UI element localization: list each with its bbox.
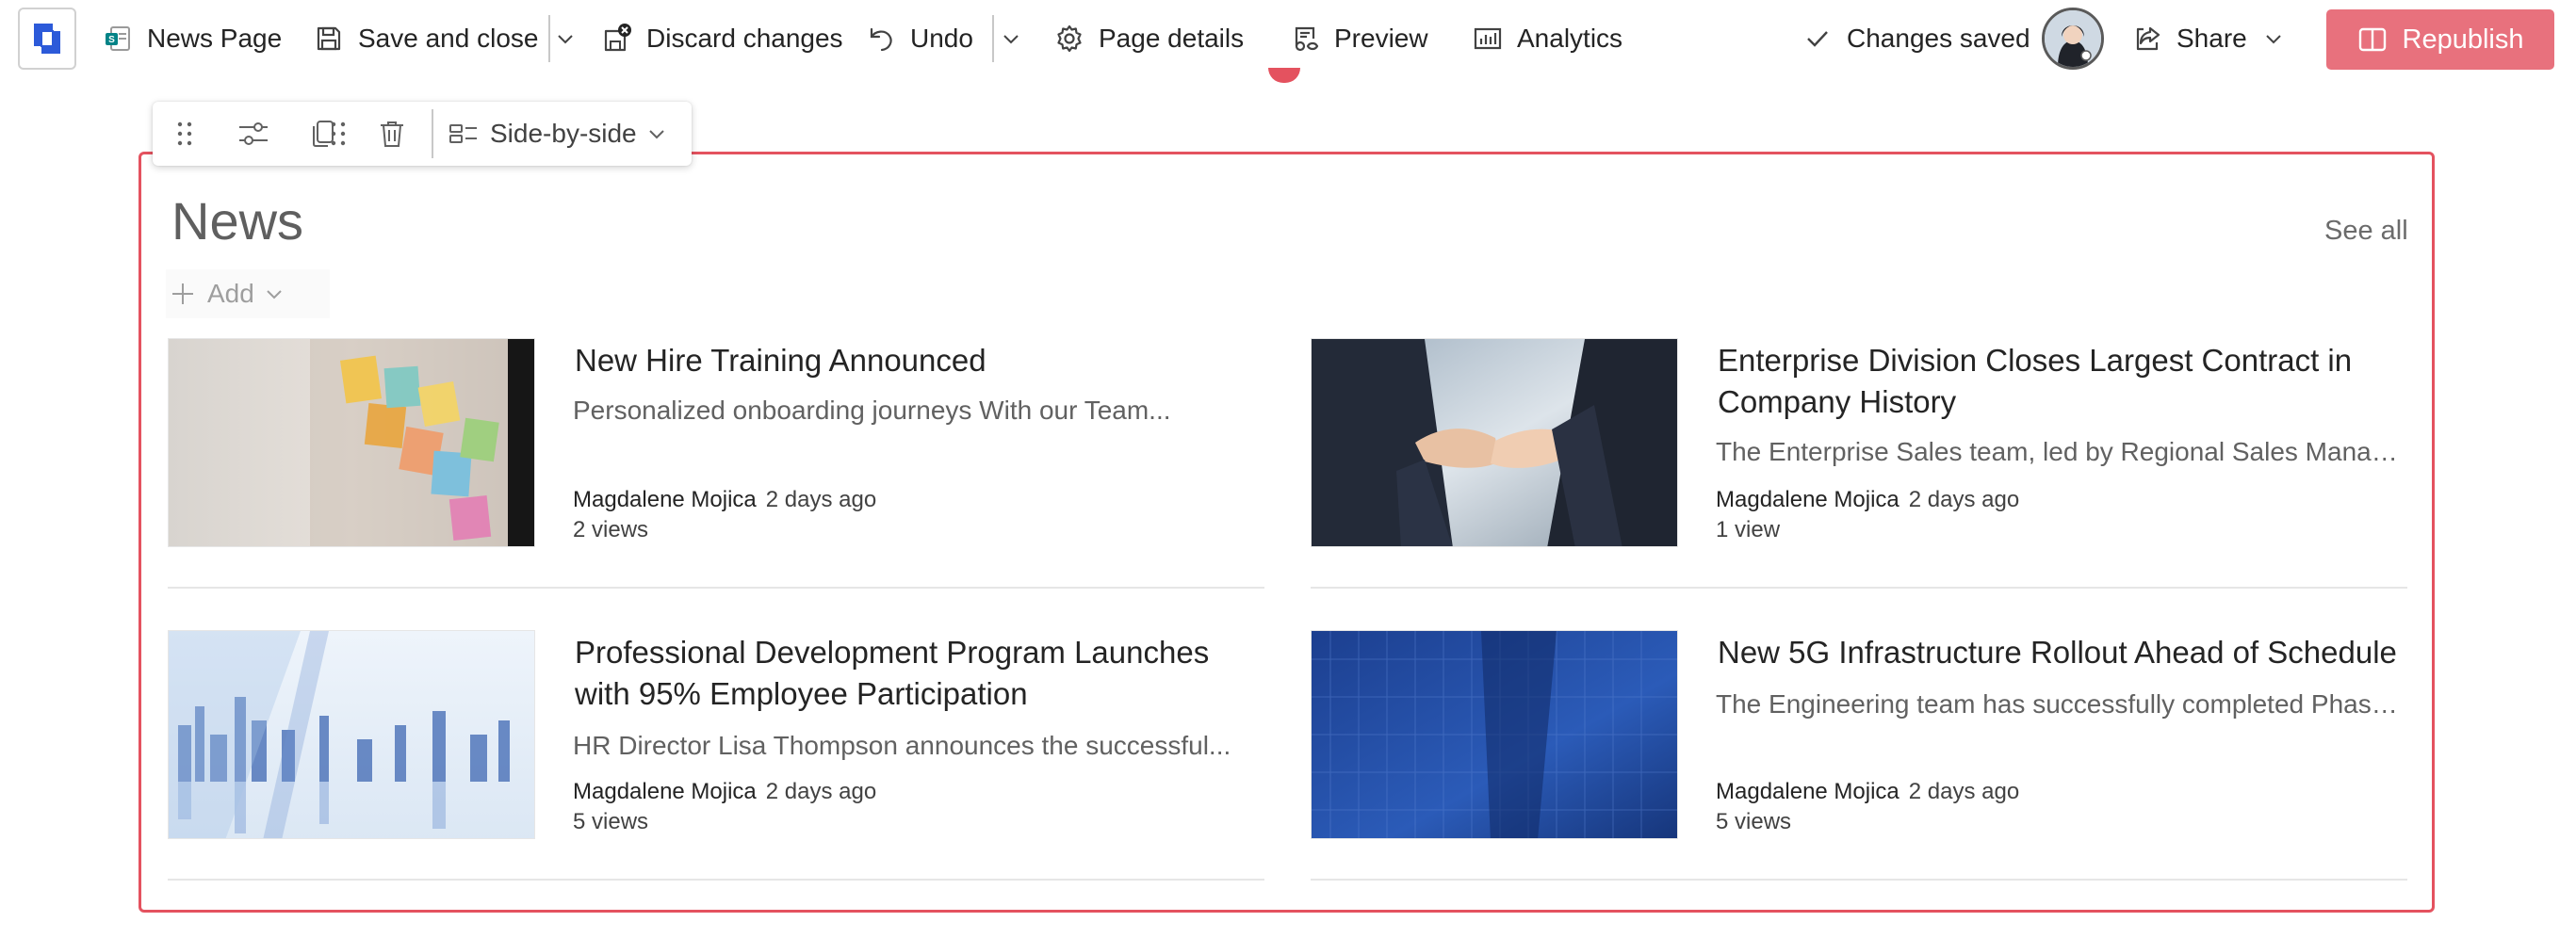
undo-icon: [865, 23, 897, 55]
news-item-description: The Engineering team has successfully co…: [1716, 689, 2404, 719]
republish-book-icon: [2357, 25, 2388, 54]
chevron-down-icon: [648, 128, 665, 139]
share-label: Share: [2177, 24, 2247, 53]
news-item-date: 2 days ago: [765, 487, 877, 512]
handshake-image[interactable]: [1311, 338, 1678, 547]
layout-icon: [448, 122, 479, 145]
app-logo-icon[interactable]: [18, 8, 76, 70]
news-item-title[interactable]: New Hire Training Announced: [575, 340, 1263, 381]
news-item-author[interactable]: Magdalene Mojica: [573, 487, 757, 512]
duplicate-icon[interactable]: [303, 115, 341, 153]
add-news-button[interactable]: Add: [166, 269, 330, 318]
news-item-meta: Magdalene Mojica 2 days ago: [573, 487, 876, 513]
news-item-description: HR Director Lisa Thompson announces the …: [573, 731, 1231, 760]
share-icon: [2131, 23, 2163, 55]
undo-options-chevron-icon[interactable]: [997, 23, 1025, 55]
chevron-down-icon: [266, 288, 283, 299]
preview-icon: [1289, 23, 1321, 55]
plus-icon: [170, 281, 196, 307]
news-item-title[interactable]: Professional Development Program Launche…: [575, 632, 1263, 715]
save-and-close-label: Save and close: [358, 24, 539, 53]
news-item-date: 2 days ago: [1908, 487, 2020, 512]
republish-button[interactable]: Republish: [2326, 9, 2554, 70]
user-avatar[interactable]: [2042, 8, 2104, 70]
republish-label: Republish: [2402, 24, 2524, 55]
city-skyline-image[interactable]: [168, 630, 535, 839]
undo-button[interactable]: Undo: [865, 17, 973, 60]
divider: [992, 15, 994, 62]
page-name[interactable]: S News Page: [102, 17, 282, 60]
share-button[interactable]: Share: [2131, 17, 2247, 60]
news-item[interactable]: Enterprise Division Closes Largest Contr…: [1311, 338, 2407, 589]
discard-changes-label: Discard changes: [646, 24, 843, 53]
news-item-date: 2 days ago: [1908, 779, 2020, 804]
news-item-author[interactable]: Magdalene Mojica: [573, 779, 757, 804]
news-item-description: The Enterprise Sales team, led by Region…: [1716, 437, 2404, 466]
save-options-chevron-icon[interactable]: [551, 23, 579, 55]
page-name-label: News Page: [147, 24, 283, 53]
news-item-title[interactable]: New 5G Infrastructure Rollout Ahead of S…: [1718, 632, 2405, 673]
drag-handle-icon[interactable]: [166, 115, 204, 153]
save-status: Changes saved: [1802, 17, 2030, 60]
webpart-toolbar-buttons: Side-by-side: [153, 102, 692, 166]
gear-icon: [1053, 23, 1085, 55]
news-item-meta: Magdalene Mojica 2 days ago: [1716, 487, 2019, 513]
news-item-views: 5 views: [1716, 809, 1792, 834]
news-item[interactable]: New 5G Infrastructure Rollout Ahead of S…: [1311, 630, 2407, 881]
news-item[interactable]: Professional Development Program Launche…: [168, 630, 1264, 881]
layout-label: Side-by-side: [490, 119, 637, 148]
news-item-date: 2 days ago: [765, 779, 877, 804]
glass-building-image[interactable]: [1311, 630, 1678, 839]
divider: [1311, 587, 2407, 589]
news-item[interactable]: New Hire Training Announced Personalized…: [168, 338, 1264, 589]
news-item-author[interactable]: Magdalene Mojica: [1716, 779, 1899, 804]
divider: [548, 15, 550, 62]
analytics-icon: [1472, 23, 1504, 55]
share-options-chevron-icon[interactable]: [2259, 23, 2288, 55]
section-indicator: [1268, 68, 1300, 83]
news-item-author[interactable]: Magdalene Mojica: [1716, 487, 1899, 512]
news-item-views: 5 views: [573, 809, 649, 834]
discard-changes-button[interactable]: Discard changes: [601, 17, 843, 60]
divider: [432, 109, 433, 158]
delete-icon[interactable]: [373, 115, 411, 153]
svg-text:S: S: [108, 35, 115, 45]
analytics-button[interactable]: Analytics: [1472, 17, 1622, 60]
checkmark-icon: [1802, 23, 1834, 55]
undo-label: Undo: [910, 24, 973, 53]
news-item-title[interactable]: Enterprise Division Closes Largest Contr…: [1718, 340, 2405, 423]
page-details-button[interactable]: Page details: [1053, 17, 1244, 60]
news-item-description: Personalized onboarding journeys With ou…: [573, 396, 1171, 425]
preview-label: Preview: [1334, 24, 1428, 53]
news-item-views: 2 views: [573, 517, 649, 542]
news-title: News: [171, 191, 304, 251]
news-item-meta: Magdalene Mojica 2 days ago: [573, 779, 876, 805]
save-and-close-button[interactable]: Save and close: [313, 17, 538, 60]
save-icon: [313, 23, 345, 55]
sticky-notes-image[interactable]: [168, 338, 535, 547]
page-details-label: Page details: [1099, 24, 1245, 53]
edit-properties-icon[interactable]: [235, 115, 272, 153]
analytics-label: Analytics: [1517, 24, 1623, 53]
sharepoint-page-icon: S: [102, 23, 134, 55]
divider: [168, 879, 1264, 881]
see-all-link[interactable]: See all: [2324, 216, 2408, 247]
news-item-views: 1 view: [1716, 517, 1781, 542]
news-item-meta: Magdalene Mojica 2 days ago: [1716, 779, 2019, 805]
discard-icon: [601, 23, 633, 55]
divider: [1311, 879, 2407, 881]
save-status-label: Changes saved: [1847, 24, 2030, 53]
preview-button[interactable]: Preview: [1289, 17, 1428, 60]
layout-dropdown[interactable]: Side-by-side: [448, 111, 665, 156]
divider: [168, 587, 1264, 589]
add-label: Add: [207, 279, 254, 308]
